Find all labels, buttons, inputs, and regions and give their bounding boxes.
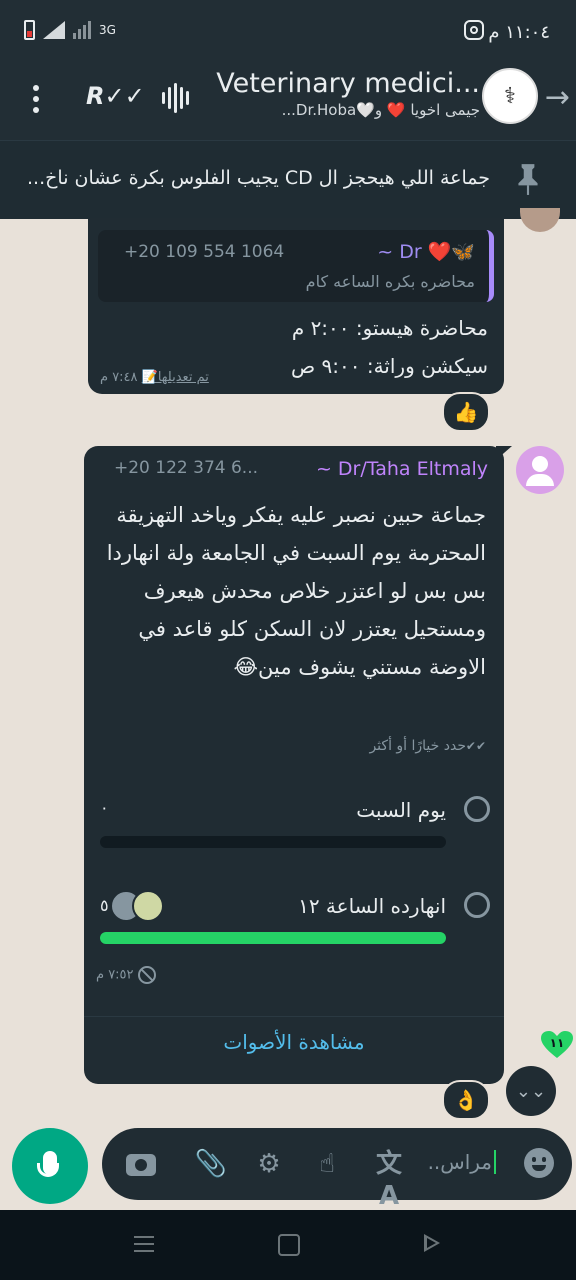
poll-option-label: انهارده الساعة ١٢ — [298, 894, 446, 918]
poll-hint: ✔✔حدد خيارًا أو أكثر — [369, 738, 486, 754]
scroll-down-button[interactable]: ⌄⌄ — [506, 1066, 556, 1116]
attach-icon[interactable]: 📎 — [194, 1148, 228, 1180]
poll-option-label: يوم السبت — [356, 798, 446, 822]
reaction-badge[interactable]: 👌 — [442, 1080, 490, 1120]
chat-title: Veterinary medici... — [216, 68, 480, 99]
message-input-bar[interactable]: مراس.. 文A ☝ ⚙ 📎 — [102, 1128, 572, 1211]
chat-title-area[interactable]: Veterinary medici... جيمى اخويا ❤️ و🤍Dr.… — [210, 68, 480, 119]
poll-progress-track — [100, 932, 446, 944]
gear-icon[interactable]: ⚙ — [252, 1148, 286, 1180]
message-time: ٧:٥٢ م — [96, 967, 134, 983]
quoted-text: محاضره بكره الساعه كام — [305, 272, 475, 291]
status-icons: 3G — [24, 20, 116, 40]
poll-progress-fill — [100, 932, 446, 944]
double-check-icon: ✔✔ — [465, 739, 486, 753]
audio-call-icon[interactable] — [162, 80, 189, 116]
signal-icon — [73, 21, 91, 39]
touch-icon[interactable]: ☝ — [310, 1148, 344, 1180]
quoted-phone: +20 109 554 1064 — [124, 242, 285, 262]
quoted-message[interactable]: ~ Dr ❤️🦋 +20 109 554 1064 محاضره بكره ال… — [98, 230, 494, 302]
message-bubble[interactable]: ~ Dr ❤️🦋 +20 109 554 1064 محاضره بكره ال… — [88, 218, 504, 394]
camera-icon[interactable] — [124, 1148, 158, 1180]
wifi-icon — [43, 21, 65, 39]
message-time: ٧:٤٨ م — [100, 370, 138, 385]
message-text-line: محاضرة هيستو: ٢:٠٠ م — [291, 316, 488, 340]
message-text-line: سيكشن وراثة: ٩:٠٠ ص — [290, 354, 488, 378]
pinned-message-text: جماعة اللي هيحجز ال CD يجيب الفلوس بكرة … — [27, 167, 490, 189]
message-meta: تم تعديلها📝 ٧:٤٨ م — [100, 370, 209, 385]
more-options-icon[interactable] — [24, 82, 48, 116]
poll-radio[interactable] — [464, 796, 490, 822]
translate-icon[interactable]: 文A — [372, 1148, 406, 1211]
emoji-icon[interactable] — [524, 1148, 554, 1178]
edited-label: تم تعديلها📝 — [141, 370, 209, 385]
pinned-message-bar[interactable]: جماعة اللي هيحجز ال CD يجيب الفلوس بكرة … — [0, 140, 576, 219]
status-bar: 3G ١١:٠٤ م — [0, 0, 576, 62]
read-receipts-icon[interactable]: R✓✓ — [86, 82, 145, 110]
back-arrow-icon[interactable]: → — [545, 80, 570, 115]
not-allowed-icon — [137, 966, 156, 984]
quoted-sender: ~ Dr ❤️🦋 — [377, 241, 475, 263]
divider — [84, 1016, 504, 1017]
recents-icon[interactable] — [134, 1236, 154, 1257]
poll-option-count: ٥ — [100, 896, 109, 915]
sender-phone: +20 122 374 6... — [114, 458, 259, 478]
sender-avatar[interactable] — [516, 446, 564, 494]
home-icon[interactable] — [278, 1234, 300, 1256]
view-votes-button[interactable]: مشاهدة الأصوات — [84, 1030, 504, 1054]
pin-icon — [508, 159, 548, 199]
clock: ١١:٠٤ م — [488, 22, 550, 43]
mic-icon — [37, 1151, 59, 1177]
message-meta: ٧:٥٢ م — [96, 966, 156, 984]
poll-option-count: ٠ — [100, 798, 109, 817]
reaction-badge[interactable]: 👍 — [442, 392, 490, 432]
chat-header: R✓✓ Veterinary medici... جيمى اخويا ❤️ و… — [0, 62, 576, 140]
group-avatar[interactable]: ⚕ — [482, 68, 538, 124]
mic-button[interactable] — [12, 1128, 88, 1204]
instagram-icon — [464, 20, 484, 40]
chat-subtitle: جيمى اخويا ❤️ و🤍Dr.Hoba... — [281, 101, 480, 119]
unread-count-badge[interactable]: ١١ — [540, 1030, 574, 1060]
sender-name[interactable]: ~ Dr/Taha Eltmaly — [316, 458, 488, 480]
message-input[interactable]: مراس.. — [428, 1150, 496, 1174]
back-icon[interactable] — [424, 1234, 440, 1252]
battery-icon — [24, 20, 35, 40]
system-nav-bar — [0, 1210, 576, 1280]
network-type: 3G — [99, 23, 116, 37]
poll-progress-track — [100, 836, 446, 848]
poll-question: جماعة حبين نصبر عليه يفكر وياخد التهزيقة… — [106, 503, 486, 679]
poll-message-bubble[interactable]: ~ Dr/Taha Eltmaly +20 122 374 6... جماعة… — [84, 446, 504, 1084]
voter-avatars[interactable] — [110, 890, 166, 922]
poll-radio[interactable] — [464, 892, 490, 918]
